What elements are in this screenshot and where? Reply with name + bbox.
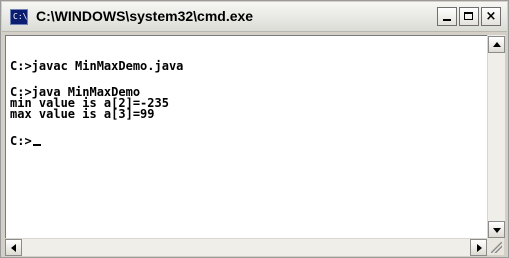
arrow-up-icon <box>493 42 501 47</box>
console-window: C:\ C:\WINDOWS\system32\cmd.exe × C:>jav… <box>0 0 509 258</box>
scroll-right-button[interactable] <box>470 239 487 256</box>
arrow-down-icon <box>493 228 501 233</box>
scroll-down-button[interactable] <box>488 221 505 238</box>
console-output[interactable]: C:>javac MinMaxDemo.java C:>java MinMaxD… <box>5 35 487 238</box>
console-line: max value is a[3]=99 <box>10 107 155 121</box>
title-bar[interactable]: C:\ C:\WINDOWS\system32\cmd.exe × <box>2 2 507 32</box>
close-button[interactable]: × <box>481 7 501 26</box>
maximize-button[interactable] <box>459 7 479 26</box>
cmd-icon-text: C:\ <box>13 12 28 21</box>
scroll-up-button[interactable] <box>488 36 505 53</box>
prompt-text: C:> <box>10 134 32 148</box>
horizontal-scrollbar[interactable] <box>5 238 487 256</box>
cmd-icon[interactable]: C:\ <box>10 9 28 25</box>
window-title: C:\WINDOWS\system32\cmd.exe <box>36 8 254 24</box>
resize-grip[interactable] <box>487 238 504 255</box>
window-controls: × <box>437 7 501 26</box>
text-cursor <box>32 144 41 146</box>
prompt-line: C:> <box>10 134 41 148</box>
minimize-button[interactable] <box>437 7 457 26</box>
close-icon: × <box>485 9 497 24</box>
arrow-right-icon <box>477 244 482 252</box>
arrow-left-icon <box>11 244 16 252</box>
vertical-scrollbar[interactable] <box>487 35 505 238</box>
console-line: C:>javac MinMaxDemo.java <box>10 59 184 73</box>
scroll-left-button[interactable] <box>5 239 22 256</box>
